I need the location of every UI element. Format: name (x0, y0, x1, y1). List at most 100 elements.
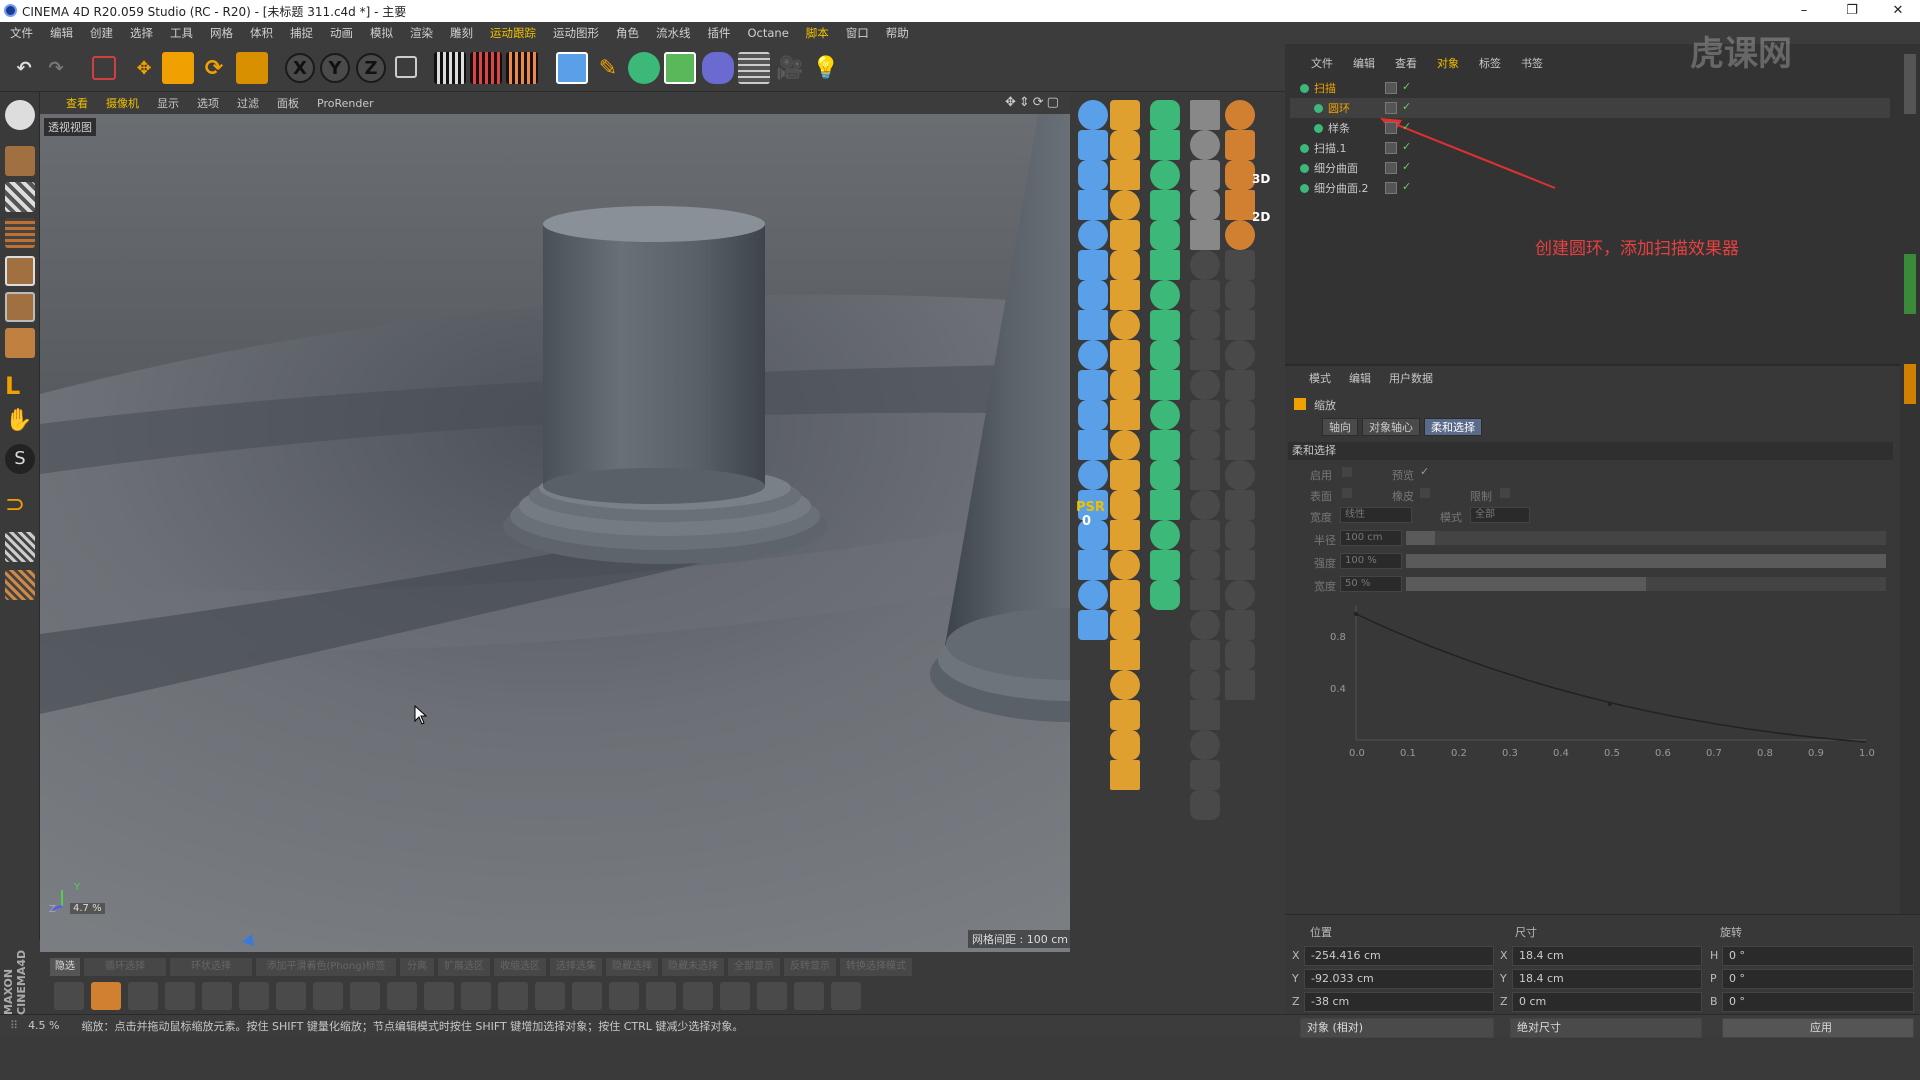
points-mode-icon[interactable] (5, 256, 35, 286)
object-tool-icon[interactable] (1078, 580, 1108, 610)
light-icon[interactable]: 💡 (810, 52, 842, 84)
menu-item[interactable]: 帮助 (886, 25, 909, 41)
lock-workplane-icon[interactable] (5, 532, 35, 562)
viewport-tab[interactable]: 查看 (66, 95, 88, 111)
model-mode-icon[interactable] (5, 146, 35, 176)
rotation-field[interactable]: 0 ° (1722, 946, 1914, 966)
menu-item[interactable]: 运动图形 (553, 25, 599, 41)
object-tool-icon[interactable] (1078, 130, 1108, 160)
object-tool-icon[interactable] (1225, 310, 1255, 340)
bottom-command-button[interactable]: 循环选择 (84, 958, 166, 976)
cloner-icon[interactable] (664, 52, 696, 84)
object-tool-icon[interactable] (1190, 280, 1220, 310)
size-mode-dropdown[interactable]: 绝对尺寸 (1510, 1018, 1702, 1038)
mesh-tool-icon[interactable] (350, 982, 380, 1010)
object-tool-icon[interactable] (1225, 610, 1255, 640)
viewport-tab[interactable]: 选项 (197, 95, 219, 111)
mesh-tool-icon[interactable] (720, 982, 750, 1010)
object-tool-icon[interactable] (1078, 340, 1108, 370)
radius-field[interactable]: 100 cm (1340, 530, 1402, 546)
object-row[interactable]: 扫描 ✓ (1290, 78, 1890, 98)
position-field[interactable]: -92.033 cm (1304, 969, 1494, 989)
mesh-tool-icon[interactable] (91, 982, 121, 1010)
object-name[interactable]: 扫描.1 (1314, 140, 1347, 156)
attribute-tab[interactable]: 用户数据 (1389, 370, 1433, 386)
bottom-command-button[interactable]: 分离 (400, 958, 434, 976)
object-row[interactable]: 样条 ✓ (1290, 118, 1890, 138)
object-tool-icon[interactable] (1110, 130, 1140, 160)
object-name[interactable]: 圆环 (1328, 100, 1350, 116)
object-tool-icon[interactable] (1150, 100, 1180, 130)
falloff-width-field[interactable]: 50 % (1340, 576, 1402, 592)
object-tool-icon[interactable] (1225, 520, 1255, 550)
object-tool-icon[interactable] (1225, 580, 1255, 610)
attribute-tab[interactable]: 编辑 (1349, 370, 1371, 386)
tweak-mode-icon[interactable]: ✋ (5, 408, 35, 438)
object-tool-icon[interactable] (1225, 250, 1255, 280)
object-tool-icon[interactable] (1190, 730, 1220, 760)
polygons-mode-icon[interactable] (5, 328, 35, 358)
object-tool-icon[interactable] (1110, 340, 1140, 370)
object-row[interactable]: 扫描.1 ✓ (1290, 138, 1890, 158)
mesh-tool-icon[interactable] (757, 982, 787, 1010)
object-tool-icon[interactable] (1150, 490, 1180, 520)
menu-item[interactable]: 角色 (616, 25, 639, 41)
floor-icon[interactable] (738, 52, 770, 84)
snap-icon[interactable]: S (5, 444, 35, 474)
object-row[interactable]: 细分曲面.2 ✓ (1290, 178, 1890, 198)
object-tool-icon[interactable] (1225, 640, 1255, 670)
object-tool-icon[interactable] (1078, 190, 1108, 220)
coordinate-system-icon[interactable] (395, 56, 417, 78)
object-tool-icon[interactable] (1190, 190, 1220, 220)
object-manager-tab[interactable]: 对象 (1437, 55, 1459, 71)
object-tool-icon[interactable] (1225, 100, 1255, 130)
object-tool-icon[interactable] (1190, 460, 1220, 490)
object-tool-icon[interactable] (1150, 160, 1180, 190)
mesh-tool-icon[interactable] (646, 982, 676, 1010)
menu-item[interactable]: 文件 (10, 25, 33, 41)
object-tool-icon[interactable] (1110, 190, 1140, 220)
object-tool-icon[interactable] (1110, 250, 1140, 280)
object-tool-icon[interactable] (1110, 430, 1140, 460)
enabled-check-icon[interactable]: ✓ (1402, 100, 1411, 113)
redo-icon[interactable]: ↷ (40, 52, 72, 84)
menu-item[interactable]: Octane (748, 26, 789, 40)
mesh-tool-icon[interactable] (54, 982, 84, 1010)
render-view-icon[interactable] (434, 52, 466, 84)
rotate-icon[interactable]: ⟳ (198, 52, 230, 84)
mesh-tool-icon[interactable] (683, 982, 713, 1010)
texture-mode-icon[interactable] (5, 182, 35, 212)
bottom-command-button[interactable]: 隐藏未选择 (662, 958, 724, 976)
attribute-subtab[interactable]: 对象轴心 (1362, 418, 1420, 436)
object-name[interactable]: 扫描 (1314, 80, 1336, 96)
menu-item[interactable]: 捕捉 (290, 25, 313, 41)
object-tool-icon[interactable] (1150, 310, 1180, 340)
undo-icon[interactable]: ↶ (8, 52, 40, 84)
object-tool-icon[interactable] (1078, 160, 1108, 190)
axis-mode-icon[interactable]: L (5, 372, 35, 402)
object-manager-tab[interactable]: 查看 (1395, 55, 1417, 71)
object-name[interactable]: 细分曲面.2 (1314, 180, 1369, 196)
object-tool-icon[interactable] (1078, 370, 1108, 400)
object-tool-icon[interactable] (1150, 460, 1180, 490)
object-tool-icon[interactable] (1078, 550, 1108, 580)
object-tool-icon[interactable] (1190, 520, 1220, 550)
edges-mode-icon[interactable] (5, 292, 35, 322)
object-tool-icon[interactable] (1190, 670, 1220, 700)
cube-icon[interactable] (556, 52, 588, 84)
editor-visibility-toggle[interactable] (1385, 182, 1397, 194)
mesh-tool-icon[interactable] (609, 982, 639, 1010)
object-row[interactable]: 圆环 ✓ (1290, 98, 1890, 118)
object-tool-icon[interactable] (1225, 400, 1255, 430)
object-tool-icon[interactable] (1078, 310, 1108, 340)
maximize-button[interactable]: ❐ (1830, 0, 1874, 22)
bottom-command-button[interactable]: 反转显示 (784, 958, 836, 976)
object-tool-icon[interactable] (1225, 490, 1255, 520)
object-tool-icon[interactable] (1078, 280, 1108, 310)
object-tool-icon[interactable] (1078, 100, 1108, 130)
move-icon[interactable]: ✥ (128, 52, 160, 84)
rotation-field[interactable]: 0 ° (1722, 969, 1914, 989)
x-axis-lock-button[interactable]: X (285, 53, 315, 83)
mesh-tool-icon[interactable] (794, 982, 824, 1010)
object-tool-icon[interactable] (1150, 550, 1180, 580)
